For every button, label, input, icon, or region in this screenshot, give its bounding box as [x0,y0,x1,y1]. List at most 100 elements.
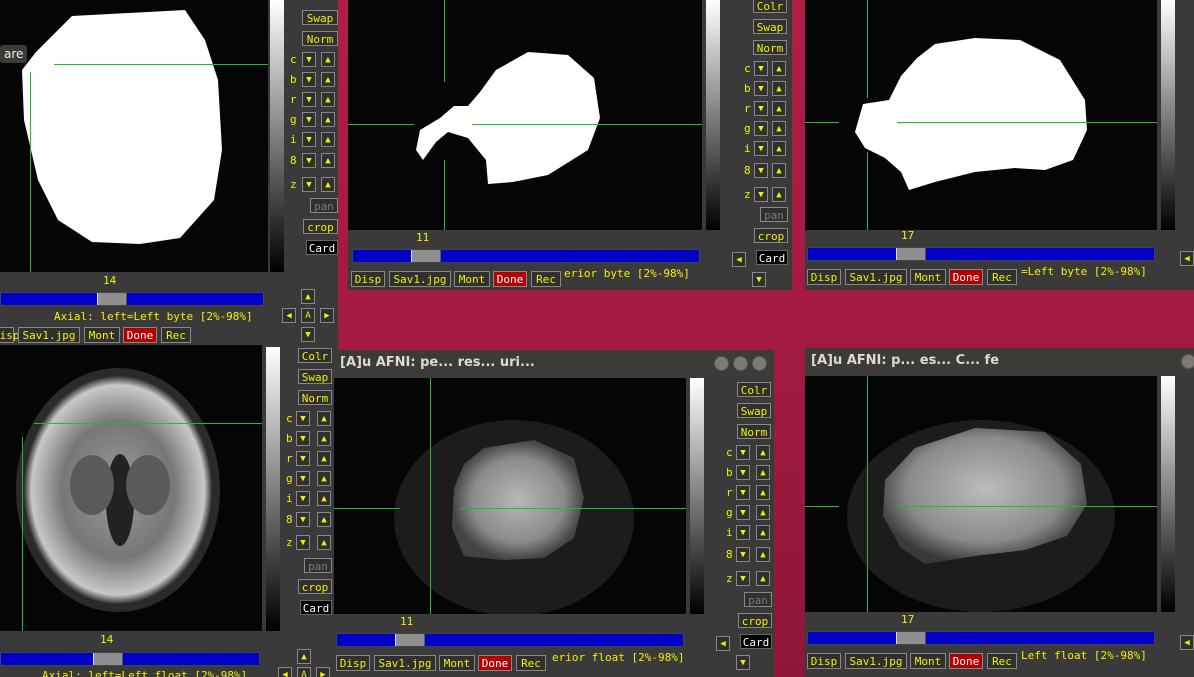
down-arrow-icon[interactable]: ▼ [296,471,310,486]
done-button[interactable]: Done [478,655,512,671]
sagittal-epi-image[interactable] [334,378,686,614]
left-arrow-icon[interactable]: ◀ [1180,635,1194,650]
up-arrow-icon[interactable]: ▲ [772,187,786,202]
card-button[interactable]: Card [756,250,788,265]
up-arrow-icon[interactable]: ▲ [317,491,331,506]
up-arrow-icon[interactable]: ▲ [756,571,770,586]
norm-button[interactable]: Norm [737,424,771,439]
up-arrow-icon[interactable]: ▲ [317,411,331,426]
down-arrow-icon[interactable]: ▼ [296,451,310,466]
down-arrow-icon[interactable]: ▼ [296,512,310,527]
right-arrow-icon[interactable]: ▶ [316,667,330,677]
disp-button[interactable]: Disp [351,271,385,287]
up-arrow-icon[interactable]: ▲ [321,132,335,147]
down-arrow-icon[interactable]: ▼ [302,153,316,168]
down-arrow-icon[interactable]: ▼ [736,547,750,562]
card-button[interactable]: Card [306,240,338,255]
right-arrow-icon[interactable]: ▶ [320,308,334,323]
up-arrow-icon[interactable]: ▲ [756,547,770,562]
down-arrow-icon[interactable]: ▼ [296,431,310,446]
slider-thumb[interactable] [395,634,425,646]
down-arrow-icon[interactable]: ▼ [302,72,316,87]
norm-button[interactable]: Norm [753,40,787,55]
pan-button[interactable]: pan [310,198,338,213]
down-arrow-icon[interactable]: ▼ [302,177,316,192]
crop-button[interactable]: crop [754,228,788,243]
sav-button[interactable]: Sav1.jpg [18,327,80,343]
up-arrow-icon[interactable]: ▲ [756,445,770,460]
up-arrow-icon[interactable]: ▲ [772,121,786,136]
mont-button[interactable]: Mont [910,653,946,669]
slider-thumb[interactable] [97,293,127,305]
down-arrow-icon[interactable]: ▼ [736,485,750,500]
rec-button[interactable]: Rec [987,653,1017,669]
pan-button[interactable]: pan [304,558,332,573]
down-arrow-icon[interactable]: ▼ [754,121,768,136]
up-arrow-icon[interactable]: ▲ [321,92,335,107]
up-arrow-icon[interactable]: ▲ [317,451,331,466]
up-arrow-icon[interactable]: ▲ [772,163,786,178]
disp-button[interactable]: Disp [807,653,841,669]
rec-button[interactable]: Rec [987,269,1017,285]
up-arrow-icon[interactable]: ▲ [321,153,335,168]
down-arrow-icon[interactable]: ▼ [752,272,766,287]
disp-button[interactable]: Disp [0,327,20,343]
slice-slider[interactable] [0,292,264,306]
axial-epi-image[interactable] [0,345,262,631]
colr-button[interactable]: Colr [737,382,771,397]
up-arrow-icon[interactable]: ▲ [317,535,331,550]
down-arrow-icon[interactable]: ▼ [736,525,750,540]
slice-slider[interactable] [807,247,1155,261]
mont-button[interactable]: Mont [439,655,475,671]
sav-button[interactable]: Sav1.jpg [845,653,907,669]
axial-mask-image[interactable] [0,0,268,272]
mont-button[interactable]: Mont [910,269,946,285]
down-arrow-icon[interactable]: ▼ [754,163,768,178]
coronal-epi-image[interactable] [805,376,1157,612]
up-arrow-icon[interactable]: ▲ [321,52,335,67]
minimize-icon[interactable] [714,356,729,371]
swap-button[interactable]: Swap [737,403,771,418]
norm-button[interactable]: Norm [302,31,338,46]
sav-button[interactable]: Sav1.jpg [374,655,436,671]
slice-slider[interactable] [807,631,1155,645]
crop-button[interactable]: crop [738,613,772,628]
rec-button[interactable]: Rec [516,655,546,671]
left-arrow-icon[interactable]: ◀ [716,636,730,651]
up-arrow-icon[interactable]: ▲ [297,649,311,664]
swap-button[interactable]: Swap [298,369,332,384]
done-button[interactable]: Done [949,269,983,285]
up-arrow-icon[interactable]: ▲ [321,112,335,127]
crop-button[interactable]: crop [298,579,332,594]
up-arrow-icon[interactable]: ▲ [317,471,331,486]
pan-button[interactable]: pan [744,592,772,607]
slider-thumb[interactable] [93,653,123,665]
up-arrow-icon[interactable]: ▲ [321,72,335,87]
slider-thumb[interactable] [896,248,926,260]
done-button[interactable]: Done [123,327,157,343]
slice-slider[interactable] [352,249,700,263]
down-arrow-icon[interactable]: ▼ [736,465,750,480]
pan-button[interactable]: pan [760,207,788,222]
down-arrow-icon[interactable]: ▼ [302,92,316,107]
down-arrow-icon[interactable]: ▼ [736,655,750,670]
done-button[interactable]: Done [949,653,983,669]
up-arrow-icon[interactable]: ▲ [317,431,331,446]
maximize-icon[interactable] [733,356,748,371]
card-button[interactable]: Card [300,600,332,615]
up-arrow-icon[interactable]: ▲ [772,141,786,156]
window-title[interactable]: [A]u AFNI: pe... res... uri... [334,350,774,376]
down-arrow-icon[interactable]: ▼ [736,571,750,586]
norm-button[interactable]: Norm [298,390,332,405]
disp-button[interactable]: Disp [336,655,370,671]
up-arrow-icon[interactable]: ▲ [756,525,770,540]
left-arrow-icon[interactable]: ◀ [732,252,746,267]
down-arrow-icon[interactable]: ▼ [736,505,750,520]
down-arrow-icon[interactable]: ▼ [754,141,768,156]
colr-button[interactable]: Colr [753,0,787,13]
sagittal-mask-image[interactable] [348,0,702,230]
up-arrow-icon[interactable]: ▲ [301,289,315,304]
slice-slider[interactable] [336,633,684,647]
sav-button[interactable]: Sav1.jpg [845,269,907,285]
sav-button[interactable]: Sav1.jpg [389,271,451,287]
